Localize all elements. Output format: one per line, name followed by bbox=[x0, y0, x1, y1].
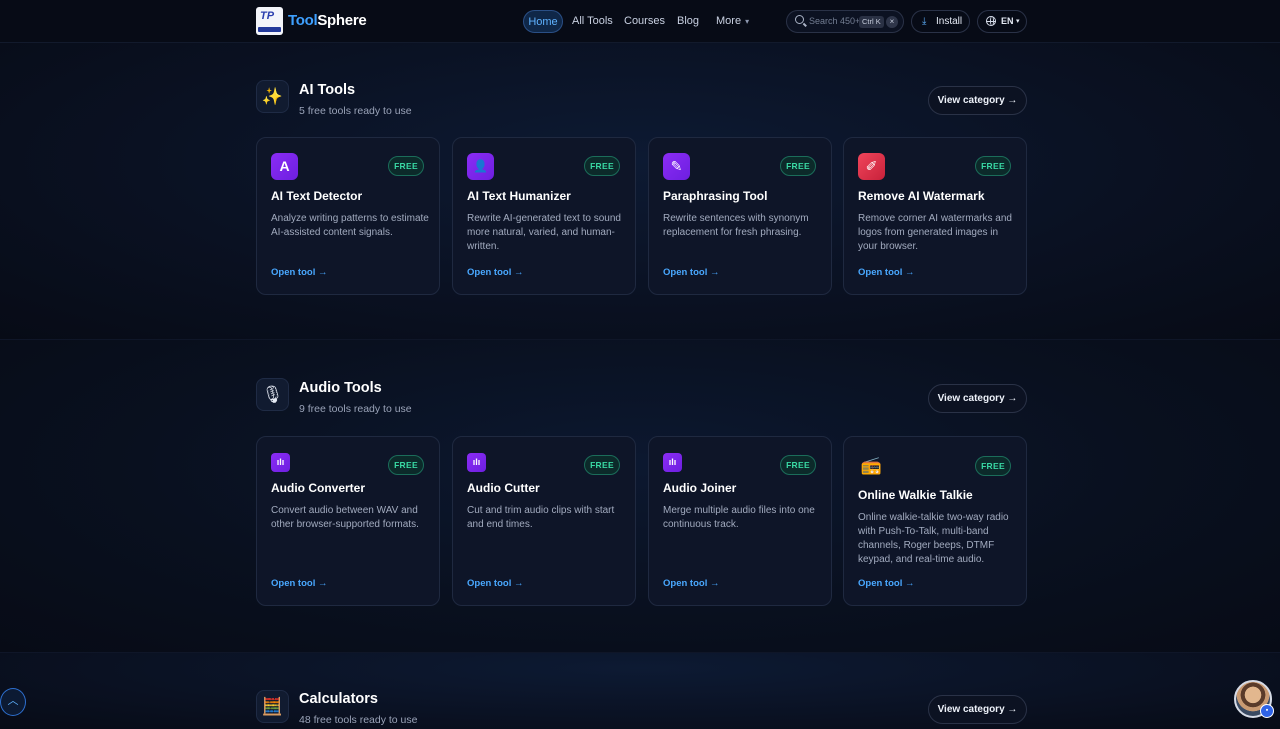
nav-blog-link[interactable]: Blog bbox=[677, 10, 699, 33]
tool-card[interactable]: A FREE AI Text Detector Analyze writing … bbox=[256, 137, 440, 295]
free-badge: FREE bbox=[780, 455, 816, 475]
category-section-audio-tools: 🎙 Audio Tools 9 free tools ready to use … bbox=[0, 339, 1280, 652]
tool-title: Paraphrasing Tool bbox=[663, 189, 768, 203]
tool-description: Online walkie-talkie two-way radio with … bbox=[858, 512, 1009, 565]
chevron-up-icon: ︿ bbox=[7, 695, 19, 707]
category-subtitle: 48 free tools ready to use bbox=[299, 714, 418, 726]
globe-icon bbox=[986, 16, 996, 26]
tool-description: Analyze writing patterns to estimate AI-… bbox=[271, 213, 429, 238]
clear-search-icon[interactable]: × bbox=[886, 16, 898, 28]
install-button[interactable]: ⤓ Install bbox=[911, 10, 970, 33]
free-badge: FREE bbox=[388, 455, 424, 475]
nav-more-label: More bbox=[716, 15, 742, 27]
tool-card[interactable]: 👤 FREE AI Text Humanizer Rewrite AI-gene… bbox=[452, 137, 636, 295]
category-section-calculators: 🧮 Calculators 48 free tools ready to use… bbox=[0, 652, 1280, 729]
brand-part-sphere: Sphere bbox=[317, 12, 367, 29]
free-badge: FREE bbox=[780, 156, 816, 176]
free-badge: FREE bbox=[584, 156, 620, 176]
open-tool-link[interactable]: Open tool → bbox=[271, 578, 327, 589]
sparkles-icon: ✨ bbox=[256, 80, 289, 113]
search-placeholder: Search 450+ bbox=[809, 16, 861, 26]
search-icon bbox=[795, 15, 804, 24]
tool-card[interactable]: ılı FREE Audio Converter Convert audio b… bbox=[256, 436, 440, 606]
tool-title: Audio Joiner bbox=[663, 481, 737, 495]
view-category-button[interactable]: View category → bbox=[928, 695, 1027, 724]
eraser-icon: ✐ bbox=[858, 153, 885, 180]
category-title: Calculators bbox=[299, 691, 378, 707]
chevron-down-icon: ▾ bbox=[745, 17, 750, 26]
open-tool-link[interactable]: Open tool → bbox=[271, 267, 327, 278]
free-badge: FREE bbox=[975, 156, 1011, 176]
language-code: EN bbox=[1001, 16, 1014, 26]
tool-card[interactable]: ✐ FREE Remove AI Watermark Remove corner… bbox=[843, 137, 1027, 295]
free-badge: FREE bbox=[975, 456, 1011, 476]
audio-wave-icon: ılı bbox=[663, 453, 682, 472]
category-subtitle: 9 free tools ready to use bbox=[299, 403, 412, 415]
tool-card[interactable]: 📻 FREE Online Walkie Talkie Online walki… bbox=[843, 436, 1027, 606]
abacus-icon: 🧮 bbox=[256, 690, 289, 723]
tool-description: Remove corner AI watermarks and logos fr… bbox=[858, 213, 1012, 252]
nav-home-link[interactable]: Home bbox=[523, 10, 563, 33]
tool-title: Online Walkie Talkie bbox=[858, 488, 973, 502]
microphone-icon: 🎙 bbox=[256, 378, 289, 411]
view-category-button[interactable]: View category → bbox=[928, 384, 1027, 413]
open-tool-link[interactable]: Open tool → bbox=[467, 578, 523, 589]
audio-wave-icon: ılı bbox=[271, 453, 290, 472]
category-title: AI Tools bbox=[299, 82, 356, 98]
chevron-down-icon: ▾ bbox=[1016, 18, 1020, 25]
scroll-to-top-button[interactable]: ︿ bbox=[0, 688, 26, 716]
nav-more-dropdown[interactable]: More ▾ bbox=[716, 10, 749, 33]
tool-title: AI Text Humanizer bbox=[467, 189, 571, 203]
free-badge: FREE bbox=[388, 156, 424, 176]
language-selector[interactable]: EN ▾ bbox=[977, 10, 1027, 33]
user-icon: 👤 bbox=[467, 153, 494, 180]
open-tool-link[interactable]: Open tool → bbox=[467, 267, 523, 278]
nav-all-tools-link[interactable]: All Tools bbox=[572, 10, 613, 33]
tool-title: AI Text Detector bbox=[271, 189, 363, 203]
top-navigation-bar: TP ToolSphere Home All Tools Courses Blo… bbox=[0, 0, 1280, 43]
brand-part-tool: Tool bbox=[288, 12, 318, 29]
category-subtitle: 5 free tools ready to use bbox=[299, 105, 412, 117]
tool-description: Rewrite sentences with synonym replaceme… bbox=[663, 213, 809, 238]
search-shortcut-badge: Ctrl K bbox=[859, 16, 884, 28]
chat-bubble-icon[interactable]: ▪ bbox=[1260, 704, 1274, 718]
tool-title: Audio Cutter bbox=[467, 481, 540, 495]
audio-wave-icon: ılı bbox=[467, 453, 486, 472]
category-section-ai-tools: ✨ AI Tools 5 free tools ready to use Vie… bbox=[0, 43, 1280, 339]
download-icon: ⤓ bbox=[922, 16, 927, 27]
brand-name[interactable]: ToolSphere bbox=[288, 12, 367, 29]
walkie-talkie-icon: 📻 bbox=[860, 456, 883, 475]
open-tool-link[interactable]: Open tool → bbox=[663, 267, 719, 278]
logo-icon[interactable]: TP bbox=[256, 7, 283, 35]
tool-title: Audio Converter bbox=[271, 481, 366, 495]
tool-title: Remove AI Watermark bbox=[858, 189, 985, 203]
tool-description: Rewrite AI-generated text to sound more … bbox=[467, 213, 621, 252]
tool-description: Merge multiple audio files into one cont… bbox=[663, 505, 815, 530]
install-label: Install bbox=[936, 16, 963, 27]
open-tool-link[interactable]: Open tool → bbox=[663, 578, 719, 589]
search-input[interactable]: Search 450+ Ctrl K × bbox=[786, 10, 904, 33]
text-detector-icon: A bbox=[271, 153, 298, 180]
tool-description: Convert audio between WAV and other brow… bbox=[271, 505, 419, 530]
nav-courses-link[interactable]: Courses bbox=[624, 10, 665, 33]
tool-card[interactable]: ılı FREE Audio Joiner Merge multiple aud… bbox=[648, 436, 832, 606]
view-category-button[interactable]: View category → bbox=[928, 86, 1027, 115]
open-tool-link[interactable]: Open tool → bbox=[858, 578, 914, 589]
edit-lines-icon: ✎ bbox=[663, 153, 690, 180]
free-badge: FREE bbox=[584, 455, 620, 475]
open-tool-link[interactable]: Open tool → bbox=[858, 267, 914, 278]
tool-card[interactable]: ✎ FREE Paraphrasing Tool Rewrite sentenc… bbox=[648, 137, 832, 295]
category-title: Audio Tools bbox=[299, 380, 382, 396]
tool-description: Cut and trim audio clips with start and … bbox=[467, 505, 615, 530]
tool-card[interactable]: ılı FREE Audio Cutter Cut and trim audio… bbox=[452, 436, 636, 606]
